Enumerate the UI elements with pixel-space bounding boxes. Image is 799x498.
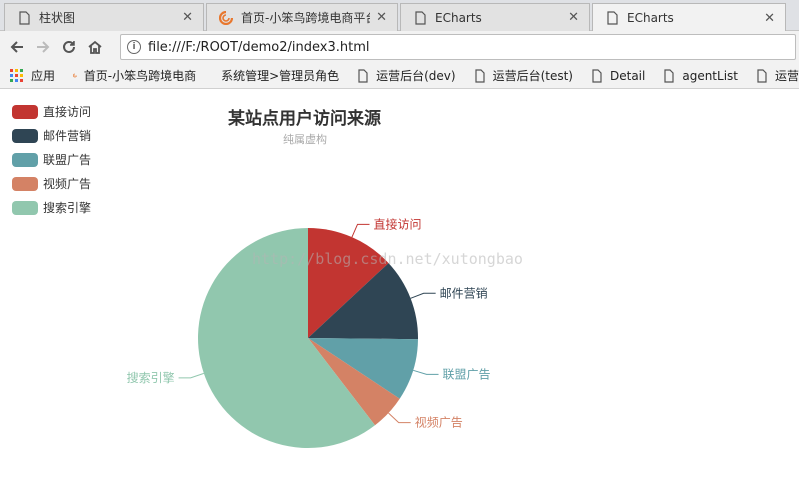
tab-title: 柱状图	[39, 11, 76, 25]
page-icon	[19, 10, 30, 25]
bookmark-ops[interactable]: 运营	[756, 67, 799, 84]
bookmark-label: 运营后台(dev)	[376, 69, 456, 83]
slice-label: 视频广告	[415, 415, 463, 430]
slice-label-line	[410, 292, 436, 299]
address-bar[interactable]: i file:///F:/ROOT/demo2/index3.html	[120, 34, 796, 60]
close-icon[interactable]: ✕	[182, 10, 193, 25]
tab-title: 首页-小笨鸟跨境电商平台	[241, 11, 371, 25]
tab-echarts-active[interactable]: ECharts ✕	[592, 3, 786, 32]
bookmark-detail[interactable]: Detail	[591, 69, 645, 83]
watermark: http://blog.csdn.net/xutongbao	[252, 250, 523, 268]
close-icon[interactable]: ✕	[376, 10, 387, 25]
page-icon	[592, 68, 602, 83]
page-icon	[358, 68, 368, 83]
bookmark-label: 应用	[31, 69, 56, 83]
slice-label: 直接访问	[374, 216, 422, 231]
page-icon	[757, 68, 767, 83]
bookmark-ops-test[interactable]: 运营后台(test)	[474, 67, 573, 84]
tab-echarts-1[interactable]: ECharts ✕	[400, 3, 590, 31]
forward-button[interactable]	[30, 34, 56, 60]
bookmark-label: 运营后台(test)	[492, 69, 573, 83]
reload-icon	[63, 40, 75, 53]
bird-logo-icon	[219, 10, 233, 25]
slice-label: 邮件营销	[440, 286, 488, 300]
bird-logo-icon	[73, 73, 77, 78]
page-icon	[607, 11, 618, 25]
slice-label-line	[413, 369, 439, 375]
slice-label-line	[351, 223, 370, 238]
browser-toolbar: i file:///F:/ROOT/demo2/index3.html	[0, 31, 799, 63]
bookmark-agentlist[interactable]: agentList	[663, 69, 738, 83]
apps-grid-icon	[10, 68, 23, 82]
info-icon[interactable]: i	[127, 40, 141, 54]
bookmark-label: 运营	[774, 69, 799, 83]
tab-title: ECharts	[435, 10, 482, 25]
tab-homepage[interactable]: 首页-小笨鸟跨境电商平台 ✕	[206, 3, 398, 31]
slice-label-line	[178, 372, 205, 379]
close-icon[interactable]: ✕	[764, 11, 775, 26]
bookmark-label: Detail	[609, 68, 646, 83]
bookmark-label: agentList	[682, 68, 738, 83]
tab-strip: 柱状图 ✕ 首页-小笨鸟跨境电商平台 ✕ ECharts ✕ ECharts ✕	[0, 0, 799, 32]
tab-bar-chart[interactable]: 柱状图 ✕	[4, 3, 204, 31]
page-icon	[474, 68, 485, 83]
pie-chart: 直接访问邮件营销联盟广告视频广告 搜索引擎	[127, 216, 491, 448]
url-text: file:///F:/ROOT/demo2/index3.html	[148, 39, 370, 55]
close-icon[interactable]: ✕	[568, 10, 579, 25]
bookmark-label: 首页-小笨鸟跨境电商	[83, 69, 197, 83]
bookmark-apps[interactable]: 应用	[10, 67, 55, 84]
home-icon	[88, 40, 102, 54]
slice-label-line	[388, 412, 411, 424]
bookmark-label: 系统管理>管理员角色	[221, 69, 340, 83]
bookmark-ops-dev[interactable]: 运营后台(dev)	[357, 67, 456, 84]
slice-label: 联盟广告	[443, 367, 491, 381]
bookmarks-bar: 应用 首页-小笨鸟跨境电商 系统管理>管理员角色 运营后台(dev) 运营后台(…	[0, 63, 799, 89]
slice-label: 搜索引擎	[127, 370, 175, 385]
home-button[interactable]	[82, 34, 108, 60]
page-icon	[664, 68, 674, 83]
bookmark-admin-roles[interactable]: 系统管理>管理员角色	[214, 67, 339, 84]
page-content: 直接访问 邮件营销 联盟广告 视频广告 搜索引擎 某站点用户访问来源 纯属虚构 …	[0, 90, 799, 498]
page-icon	[415, 10, 426, 25]
tab-title: ECharts	[627, 11, 674, 25]
back-button[interactable]	[4, 34, 30, 60]
reload-button[interactable]	[56, 34, 82, 60]
back-arrow-icon	[10, 41, 23, 53]
forward-arrow-icon	[37, 41, 50, 53]
bookmark-homepage[interactable]: 首页-小笨鸟跨境电商	[73, 67, 196, 84]
